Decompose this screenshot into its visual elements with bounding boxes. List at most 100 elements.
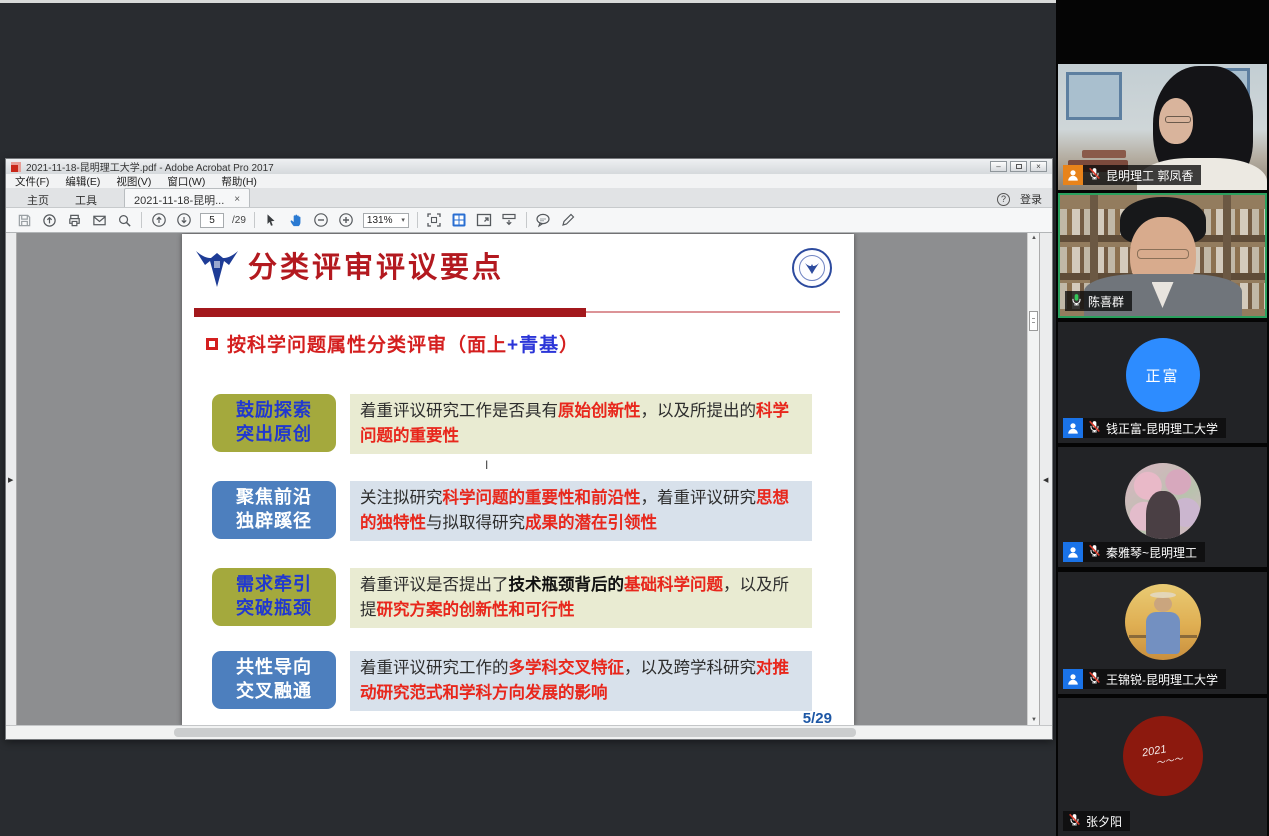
avatar: [1125, 584, 1201, 660]
avatar: 2021〜〜〜: [1123, 716, 1203, 796]
menu-item[interactable]: 窗口(W): [167, 174, 205, 189]
slide-bullet-text: 按科学问题属性分类评审（面上+青基）: [227, 330, 579, 357]
zoom-out-icon[interactable]: [313, 212, 330, 229]
avatar: 正富: [1126, 338, 1200, 412]
menu-item[interactable]: 视图(V): [116, 174, 151, 189]
fit-page-icon[interactable]: [426, 212, 443, 229]
slide-title: 分类评审评议要点: [248, 244, 504, 286]
profile-badge-icon: [1063, 418, 1083, 438]
menu-item[interactable]: 文件(F): [15, 174, 49, 189]
tab-document[interactable]: 2021-11-18-昆明... ×: [124, 188, 250, 207]
chevron-down-icon: ▾: [401, 216, 405, 224]
row-label: 需求牵引突破瓶颈: [212, 568, 336, 626]
mic-muted-icon: [1088, 671, 1101, 687]
zoom-in-icon[interactable]: [338, 212, 355, 229]
select-tool-icon[interactable]: [263, 212, 280, 229]
tab-tools[interactable]: 工具: [62, 188, 110, 207]
horizontal-scrollbar[interactable]: [6, 725, 1052, 739]
row-label: 聚焦前沿独辟蹊径: [212, 481, 336, 539]
next-page-icon[interactable]: [175, 212, 192, 229]
row-label: 鼓励探索突出原创: [212, 394, 336, 452]
minimize-button[interactable]: –: [990, 161, 1007, 172]
menu-item[interactable]: 编辑(E): [65, 174, 100, 189]
tab-bar: 主页 工具 2021-11-18-昆明... × ? 登录: [6, 188, 1052, 208]
participant-name-bar: 王锦锐-昆明理工大学: [1063, 669, 1226, 689]
toolbar-separator: [254, 212, 255, 228]
participant-name-bar: 张夕阳: [1063, 811, 1130, 831]
restore-button[interactable]: [1010, 161, 1027, 172]
participant-name-bar: 秦雅琴~昆明理工: [1063, 542, 1205, 562]
participant-tile[interactable]: 2021〜〜〜张夕阳: [1058, 698, 1267, 836]
row-content: 着重评议研究工作的多学科交叉特征，以及跨学科研究对推动研究范式和学科方向发展的影…: [350, 651, 812, 711]
participant-video-strip: 昆明理工 郭凤香陈喜群正富钱正富-昆明理工大学秦雅琴~昆明理工王锦锐-昆明理工大…: [1056, 0, 1269, 836]
avatar: [1125, 463, 1201, 539]
save-icon[interactable]: [16, 212, 33, 229]
previous-page-icon[interactable]: [150, 212, 167, 229]
participant-name-bar: 昆明理工 郭凤香: [1063, 165, 1201, 185]
mic-muted-icon: [1068, 813, 1081, 829]
window-titlebar: 2021-11-18-昆明理工大学.pdf - Adobe Acrobat Pr…: [6, 159, 1052, 174]
sign-in-link[interactable]: 登录: [1020, 191, 1042, 207]
vertical-scrollbar[interactable]: ▲ ▼: [1027, 233, 1039, 725]
university-seal-icon: [792, 248, 832, 288]
document-view-area: ▶ 分类评审评议要点 按科学问题属性分类评审（面上+青基） 鼓励探索突出原创着重…: [6, 233, 1052, 725]
participant-name: 王锦锐-昆明理工大学: [1106, 671, 1218, 688]
hand-tool-icon[interactable]: [288, 212, 305, 229]
page-thumbnails-icon[interactable]: [451, 212, 468, 229]
nav-pane-toggle-icon[interactable]: ▶: [8, 476, 13, 484]
meeting-screen: { "acrobat": { "window_title": "2021-11-…: [0, 0, 1269, 836]
toolbar-separator: [141, 212, 142, 228]
horizontal-scroll-thumb[interactable]: [174, 728, 856, 737]
toolbar: 5 /29 131% ▾: [6, 208, 1052, 233]
zoom-level-select[interactable]: 131% ▾: [363, 213, 409, 228]
participant-name: 陈喜群: [1088, 293, 1124, 310]
acrobat-app-icon: [11, 162, 21, 172]
share-icon[interactable]: [41, 212, 58, 229]
right-pane-toggle-icon[interactable]: ◀: [1043, 476, 1048, 484]
tab-home[interactable]: 主页: [14, 188, 62, 207]
mic-active-icon: [1070, 293, 1083, 309]
tab-document-label: 2021-11-18-昆明...: [134, 192, 224, 208]
zoom-level-value: 131%: [367, 215, 393, 226]
pdf-page: 分类评审评议要点 按科学问题属性分类评审（面上+青基） 鼓励探索突出原创着重评议…: [182, 234, 854, 725]
fullscreen-icon[interactable]: [476, 212, 493, 229]
row-content: 着重评议研究工作是否具有原始创新性，以及所提出的科学问题的重要性: [350, 394, 812, 454]
mic-muted-icon: [1088, 420, 1101, 436]
vertical-scroll-thumb[interactable]: [1029, 311, 1038, 331]
row-content: 关注拟研究科学问题的重要性和前沿性，着重评议研究思想的独特性与拟取得研究成果的潜…: [350, 481, 812, 541]
text-cursor: I: [485, 458, 488, 472]
window-title: 2021-11-18-昆明理工大学.pdf - Adobe Acrobat Pr…: [26, 159, 274, 174]
participant-tile[interactable]: 王锦锐-昆明理工大学: [1058, 572, 1267, 694]
participant-name: 昆明理工 郭凤香: [1106, 167, 1193, 184]
acrobat-window: 2021-11-18-昆明理工大学.pdf - Adobe Acrobat Pr…: [5, 158, 1053, 740]
participant-tile[interactable]: 正富钱正富-昆明理工大学: [1058, 322, 1267, 443]
right-pane-strip[interactable]: ◀: [1039, 233, 1052, 725]
participant-tile[interactable]: 昆明理工 郭凤香: [1058, 64, 1267, 190]
email-icon[interactable]: [91, 212, 108, 229]
print-icon[interactable]: [66, 212, 83, 229]
title-underline-line: [586, 311, 840, 313]
page-number-input[interactable]: 5: [200, 213, 224, 228]
participant-name-bar: 陈喜群: [1065, 291, 1132, 311]
menu-item[interactable]: 帮助(H): [221, 174, 257, 189]
participant-name: 秦雅琴~昆明理工: [1106, 544, 1197, 561]
help-icon[interactable]: ?: [997, 193, 1010, 206]
profile-badge-icon: [1063, 165, 1083, 185]
search-icon[interactable]: [116, 212, 133, 229]
toolbar-separator: [417, 212, 418, 228]
menu-bar: 文件(F) 编辑(E) 视图(V) 窗口(W) 帮助(H): [6, 174, 1052, 188]
mic-muted-icon: [1088, 167, 1101, 183]
page-total-label: /29: [232, 215, 246, 226]
pencil-icon[interactable]: [560, 212, 577, 229]
profile-badge-icon: [1063, 542, 1083, 562]
participant-tile[interactable]: 秦雅琴~昆明理工: [1058, 447, 1267, 567]
navigation-pane-strip[interactable]: ▶: [6, 233, 17, 725]
toolbars-menu-icon[interactable]: [501, 212, 518, 229]
title-underline-bar: [194, 308, 586, 317]
comment-icon[interactable]: [535, 212, 552, 229]
bullet-square-icon: [206, 338, 218, 350]
tab-close-icon[interactable]: ×: [234, 194, 240, 205]
close-button[interactable]: ×: [1030, 161, 1047, 172]
participant-name: 钱正富-昆明理工大学: [1106, 420, 1218, 437]
participant-tile[interactable]: 陈喜群: [1058, 193, 1267, 318]
